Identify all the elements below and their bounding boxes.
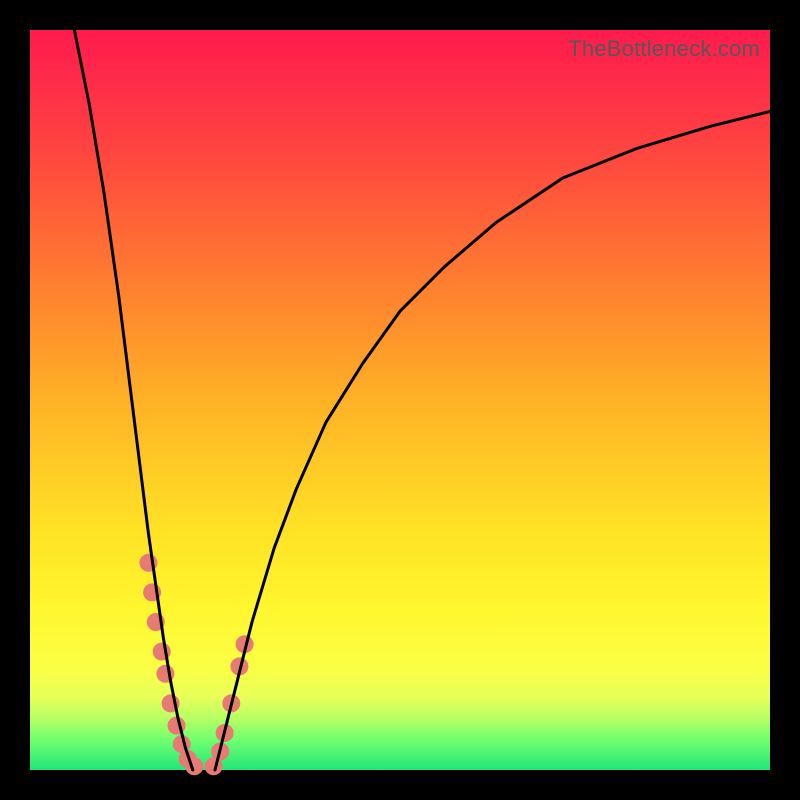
chart-frame: TheBottleneck.com [0, 0, 800, 800]
lines-layer [74, 30, 770, 770]
curve-left-branch [74, 30, 192, 770]
chart-svg [30, 30, 770, 770]
curve-right-branch [215, 111, 770, 770]
plot-area: TheBottleneck.com [30, 30, 770, 770]
